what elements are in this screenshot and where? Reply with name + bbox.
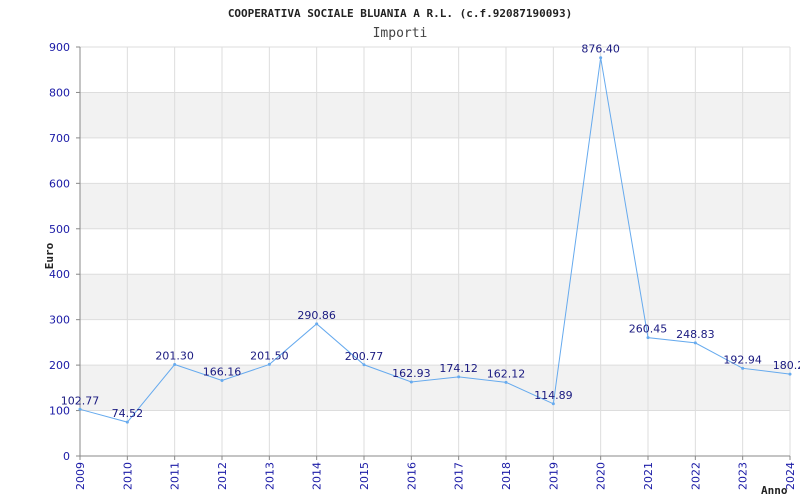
y-tick-label: 900 [49,41,70,54]
x-tick-label: 2010 [121,462,134,490]
chart: COOPERATIVA SOCIALE BLUANIA A R.L. (c.f.… [43,7,800,497]
data-point [125,420,129,424]
x-tick-labels: 2009 2010 2011 2012 2013 2014 2015 2016 2017 2018… [74,462,797,490]
background-bands [80,92,790,411]
chart-subtitle: Importi [373,26,428,41]
data-label: 74.52 [112,407,144,420]
data-label: 162.12 [487,367,526,380]
x-tick-label: 2017 [453,462,466,490]
data-label: 192.94 [723,353,762,366]
y-tick-label: 500 [49,223,70,236]
y-tick-label: 0 [63,450,70,463]
data-label: 180.24 [773,359,800,372]
data-point [741,366,745,370]
data-point [599,56,603,60]
x-tick-label: 2022 [689,462,702,490]
data-label: 290.86 [297,309,336,322]
data-point [504,380,508,384]
y-tick-label: 200 [49,359,70,372]
x-tick-label: 2016 [405,462,418,490]
data-point [78,407,82,411]
data-point [267,362,271,366]
x-tick-label: 2015 [358,462,371,490]
data-point [457,375,461,379]
grid-band [80,274,790,320]
y-tick-label: 700 [49,132,70,145]
x-tick-label: 2012 [216,462,229,490]
data-label: 201.30 [155,350,194,363]
data-point [315,322,319,326]
x-tick-label: 2014 [311,462,324,490]
x-tick-label: 2023 [737,462,750,490]
x-tick-label: 2020 [595,462,608,490]
data-label: 260.45 [629,323,668,336]
data-point [551,402,555,406]
grid-band [80,365,790,411]
data-label: 248.83 [676,328,715,341]
x-tick-label: 2011 [169,462,182,490]
data-label: 102.77 [61,394,100,407]
grid-band [80,183,790,229]
data-label: 876.40 [581,43,620,56]
data-label: 200.77 [345,350,384,363]
data-point [693,341,697,345]
data-label: 174.12 [439,362,478,375]
data-label: 166.16 [203,365,242,378]
chart-title: COOPERATIVA SOCIALE BLUANIA A R.L. (c.f.… [228,7,572,20]
x-axis-label: Anno [761,484,788,497]
y-tick-label: 800 [49,86,70,99]
y-tick-label: 600 [49,177,70,190]
data-point [646,336,650,340]
data-point [173,363,177,367]
x-tick-label: 2018 [500,462,513,490]
y-axis-label: Euro [43,242,56,269]
data-label: 201.50 [250,349,289,362]
x-tick-label: 2019 [547,462,560,490]
data-label: 114.89 [534,389,573,402]
data-point [362,363,366,367]
data-point [409,380,413,384]
x-tick-label: 2013 [263,462,276,490]
data-point [788,372,792,376]
x-tick-label: 2021 [642,462,655,490]
grid-band [80,92,790,138]
data-point [220,378,224,382]
x-tick-label: 2009 [74,462,87,490]
data-label: 162.93 [392,367,431,380]
y-tick-label: 300 [49,314,70,327]
